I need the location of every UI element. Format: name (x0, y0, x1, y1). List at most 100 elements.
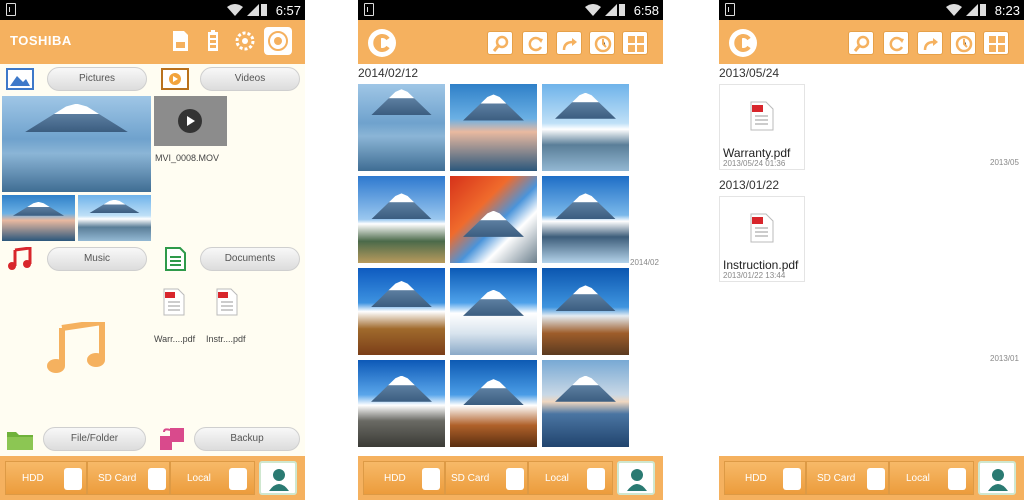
signal-icon (605, 4, 617, 16)
pdf-file-icon (750, 101, 774, 131)
file-card[interactable]: Instruction.pdf 2013/01/22 13:44 (719, 196, 805, 282)
sort-button[interactable] (950, 31, 976, 55)
back-button[interactable] (729, 29, 757, 57)
back-button[interactable] (368, 29, 396, 57)
status-bar: 6:57 (0, 0, 305, 20)
grid-icon (989, 36, 1005, 52)
home-screen: 6:57 TOSHIBA Pictures Videos MVI_0008.MO… (0, 0, 305, 500)
photo-thumbnail[interactable] (2, 96, 151, 192)
hdd-tab[interactable]: HDD (363, 461, 445, 495)
sd-card-tab[interactable]: SD Card (87, 461, 170, 495)
refresh-button[interactable] (522, 31, 548, 55)
photo-thumbnail[interactable] (358, 176, 445, 263)
share-button[interactable] (556, 31, 582, 55)
clock-icon (955, 35, 973, 53)
share-button[interactable] (917, 31, 943, 55)
videos-icon (161, 68, 189, 90)
photo-thumbnail[interactable] (542, 268, 629, 355)
refresh-button[interactable] (883, 31, 909, 55)
side-date-label: 2013/01 (990, 354, 1019, 363)
photo-thumbnail[interactable] (450, 176, 537, 263)
local-tab[interactable]: Local (889, 461, 974, 495)
video-filename: MVI_0008.MOV (155, 153, 220, 163)
photo-thumbnail[interactable] (358, 84, 445, 171)
grid-view-button[interactable] (983, 31, 1009, 55)
sort-button[interactable] (589, 31, 615, 55)
file-folder-button[interactable]: File/Folder (43, 427, 146, 451)
doc-filename: Instr....pdf (206, 334, 246, 344)
hdd-icon (783, 468, 801, 490)
sd-notification-icon (725, 3, 735, 16)
file-card[interactable]: Warranty.pdf 2013/05/24 01:36 (719, 84, 805, 170)
search-button[interactable] (848, 31, 874, 55)
brand-logo: TOSHIBA (10, 33, 72, 48)
signal-icon (966, 4, 978, 16)
documents-button[interactable]: Documents (200, 247, 300, 271)
date-group-header: 2014/02/12 (358, 66, 419, 80)
pictures-screen: 6:58 2014/02/12 2014/02 HDD SD Card Loca… (358, 0, 663, 500)
grid-view-button[interactable] (622, 31, 648, 55)
photo-thumbnail[interactable] (450, 268, 537, 355)
documents-icon (165, 247, 186, 271)
photo-thumbnail[interactable] (542, 84, 629, 171)
user-account-button[interactable] (617, 461, 655, 495)
user-account-button[interactable] (978, 461, 1016, 495)
date-group-header: 2013/01/22 (719, 178, 780, 192)
battery-status-icon[interactable] (199, 27, 227, 55)
top-bar: TOSHIBA (0, 20, 305, 64)
sd-card-tab[interactable]: SD Card (445, 461, 528, 495)
photo-thumbnail[interactable] (358, 360, 445, 447)
share-arrow-icon (923, 38, 938, 51)
clock: 6:58 (633, 3, 659, 18)
local-tab[interactable]: Local (170, 461, 255, 495)
clock: 8:23 (994, 3, 1020, 18)
hdd-tab[interactable]: HDD (5, 461, 87, 495)
grid-icon (628, 36, 644, 52)
back-arrow-icon (373, 34, 390, 52)
photo-thumbnail[interactable] (78, 195, 151, 241)
photo-thumbnail[interactable] (450, 360, 537, 447)
settings-gear-icon[interactable] (231, 27, 259, 55)
side-date-label: 2013/05 (990, 158, 1019, 167)
pdf-file-icon[interactable] (216, 288, 238, 316)
hdd-tab[interactable]: HDD (724, 461, 806, 495)
video-thumbnail[interactable] (154, 96, 227, 146)
pictures-icon (6, 68, 34, 90)
share-arrow-icon (562, 38, 577, 51)
user-icon (627, 469, 647, 491)
battery-icon (619, 4, 625, 16)
files-section-header: Music Documents (0, 244, 305, 274)
user-account-button[interactable] (259, 461, 297, 495)
backup-button[interactable]: Backup (194, 427, 300, 451)
photo-thumbnail[interactable] (2, 195, 75, 241)
wireless-icon[interactable] (264, 27, 292, 55)
photo-thumbnail[interactable] (542, 176, 629, 263)
pdf-file-icon[interactable] (163, 288, 185, 316)
pictures-button[interactable]: Pictures (47, 67, 147, 91)
pdf-file-icon (750, 213, 774, 243)
photo-thumbnail[interactable] (450, 84, 537, 171)
search-icon (853, 35, 870, 52)
storage-bar: HDD SD Card Local (719, 456, 1024, 500)
sd-card-tab-icon (148, 468, 166, 490)
sd-card-icon[interactable] (166, 27, 194, 55)
photo-thumbnail[interactable] (358, 268, 445, 355)
photo-thumbnail[interactable] (542, 360, 629, 447)
top-bar (358, 20, 663, 64)
music-placeholder-icon[interactable] (46, 322, 108, 374)
battery-icon (980, 4, 986, 16)
sd-card-tab[interactable]: SD Card (806, 461, 889, 495)
backup-icon (160, 428, 184, 450)
local-tab[interactable]: Local (528, 461, 613, 495)
music-button[interactable]: Music (47, 247, 147, 271)
storage-bar: HDD SD Card Local (358, 456, 663, 500)
user-icon (269, 469, 289, 491)
clock: 6:57 (275, 3, 301, 18)
search-icon (492, 35, 509, 52)
videos-button[interactable]: Videos (200, 67, 300, 91)
user-icon (988, 469, 1008, 491)
status-bar: 8:23 (719, 0, 1024, 20)
sd-notification-icon (364, 3, 374, 16)
wifi-icon (227, 4, 243, 16)
search-button[interactable] (487, 31, 513, 55)
